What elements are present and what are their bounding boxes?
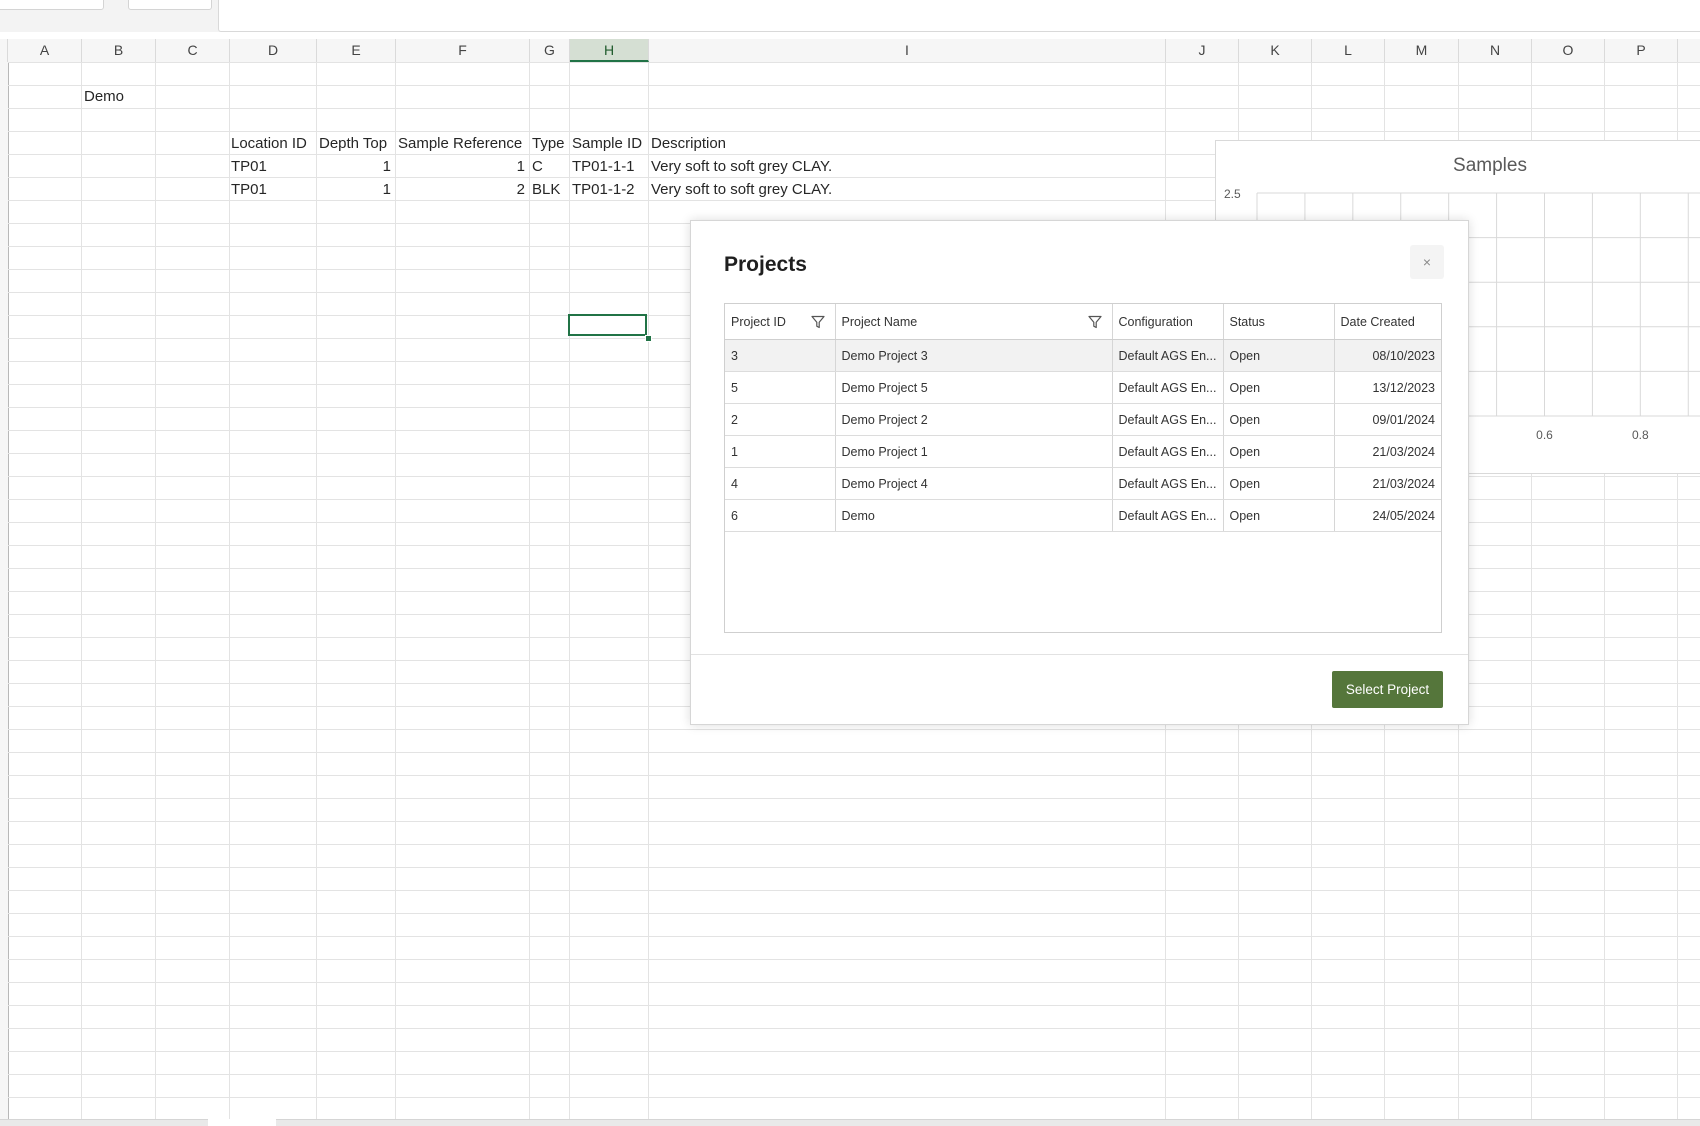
column-header-i[interactable]: I (649, 39, 1166, 62)
dialog-title: Projects (724, 253, 807, 276)
projects-table-container: Project ID Project Name Configuration St… (724, 303, 1442, 633)
cell-depth-top[interactable]: 1 (317, 155, 391, 178)
cell-location-id[interactable]: TP01 (231, 178, 267, 201)
formula-bar-area (0, 0, 1700, 32)
table-row[interactable]: 5 Demo Project 5 Default AGS En... Open … (725, 371, 1441, 404)
table-row[interactable]: 1 Demo Project 1 Default AGS En... Open … (725, 435, 1441, 468)
date-created-cell: 09/01/2024 (1334, 403, 1441, 436)
project-name-cell: Demo Project 1 (835, 435, 1113, 468)
table-row[interactable]: 2 Demo Project 2 Default AGS En... Open … (725, 403, 1441, 436)
configuration-cell: Default AGS En... (1112, 371, 1224, 404)
column-header-m[interactable]: M (1385, 39, 1459, 62)
column-header-g[interactable]: G (530, 39, 570, 62)
project-id-cell: 5 (725, 371, 836, 404)
fill-handle[interactable] (645, 335, 652, 342)
column-project-id[interactable]: Project ID (725, 304, 836, 340)
cell-sample-id[interactable]: TP01-1-2 (572, 178, 635, 201)
header-sample-reference[interactable]: Sample Reference (398, 132, 522, 155)
column-header-p[interactable]: P (1605, 39, 1678, 62)
column-header-l[interactable]: L (1312, 39, 1385, 62)
column-status[interactable]: Status (1223, 304, 1335, 340)
column-header-c[interactable]: C (156, 39, 230, 62)
cell-sample-reference[interactable]: 2 (396, 178, 525, 201)
cell-location-id[interactable]: TP01 (231, 155, 267, 178)
header-sample-id[interactable]: Sample ID (572, 132, 642, 155)
column-project-name[interactable]: Project Name (835, 304, 1113, 340)
project-id-cell: 1 (725, 435, 836, 468)
date-created-cell: 21/03/2024 (1334, 467, 1441, 500)
header-description[interactable]: Description (651, 132, 726, 155)
column-header-j[interactable]: J (1166, 39, 1239, 62)
column-header-bar: A B C D E F G H I J K L M N O P (0, 39, 1700, 63)
project-name-cell: Demo (835, 499, 1113, 532)
project-name-cell: Demo Project 5 (835, 371, 1113, 404)
column-configuration[interactable]: Configuration (1112, 304, 1224, 340)
projects-table: Project ID Project Name Configuration St… (725, 304, 1441, 532)
project-id-cell: 6 (725, 499, 836, 532)
table-row[interactable]: 4 Demo Project 4 Default AGS En... Open … (725, 467, 1441, 500)
cell-type[interactable]: BLK (532, 178, 560, 201)
active-cell-h12[interactable] (568, 314, 647, 336)
projects-dialog: Projects × Project ID Project Name Confi… (690, 220, 1469, 725)
function-box[interactable] (128, 0, 212, 10)
cell-description[interactable]: Very soft to soft grey CLAY. (651, 155, 832, 178)
column-header-b[interactable]: B (82, 39, 156, 62)
column-header-n[interactable]: N (1459, 39, 1532, 62)
column-header-k[interactable]: K (1239, 39, 1312, 62)
configuration-cell: Default AGS En... (1112, 403, 1224, 436)
header-type[interactable]: Type (532, 132, 565, 155)
name-box[interactable] (0, 0, 104, 10)
cell-description[interactable]: Very soft to soft grey CLAY. (651, 178, 832, 201)
column-header-d[interactable]: D (230, 39, 317, 62)
filter-icon[interactable] (810, 315, 825, 329)
column-header-o[interactable]: O (1532, 39, 1605, 62)
table-row[interactable]: 6 Demo Default AGS En... Open 24/05/2024 (725, 499, 1441, 532)
date-created-cell: 21/03/2024 (1334, 435, 1441, 468)
column-date-created[interactable]: Date Created (1334, 304, 1441, 340)
chart-x-tick-label: 0.6 (1536, 428, 1553, 442)
configuration-cell: Default AGS En... (1112, 467, 1224, 500)
project-name-cell: Demo Project 2 (835, 403, 1113, 436)
filter-icon[interactable] (1087, 315, 1102, 329)
close-button[interactable]: × (1410, 245, 1444, 279)
column-project-id-label: Project ID (731, 314, 786, 329)
status-cell: Open (1223, 467, 1335, 500)
chart-x-tick-label: 0.8 (1632, 428, 1649, 442)
configuration-cell: Default AGS En... (1112, 499, 1224, 532)
configuration-cell: Default AGS En... (1112, 339, 1224, 372)
cell-type[interactable]: C (532, 155, 543, 178)
project-name-cell: Demo Project 4 (835, 467, 1113, 500)
project-id-cell: 3 (725, 339, 836, 372)
formula-input[interactable] (218, 0, 1700, 32)
status-cell: Open (1223, 339, 1335, 372)
status-cell: Open (1223, 435, 1335, 468)
column-project-name-label: Project Name (841, 314, 918, 329)
table-row[interactable]: 3 Demo Project 3 Default AGS En... Open … (725, 339, 1441, 372)
table-header-row: Project ID Project Name Configuration St… (725, 304, 1441, 340)
status-cell: Open (1223, 371, 1335, 404)
chart-y-tick-label: 2.5 (1224, 187, 1241, 201)
status-cell: Open (1223, 403, 1335, 436)
header-location-id[interactable]: Location ID (231, 132, 307, 155)
select-project-button[interactable]: Select Project (1332, 671, 1443, 708)
date-created-cell: 24/05/2024 (1334, 499, 1441, 532)
project-name-cell: Demo Project 3 (835, 339, 1113, 372)
status-cell: Open (1223, 499, 1335, 532)
cell-sample-reference[interactable]: 1 (396, 155, 525, 178)
column-header-f[interactable]: F (396, 39, 530, 62)
project-id-cell: 4 (725, 467, 836, 500)
date-created-cell: 08/10/2023 (1334, 339, 1441, 372)
cell-b2[interactable]: Demo (84, 85, 124, 108)
cell-depth-top[interactable]: 1 (317, 178, 391, 201)
header-depth-top[interactable]: Depth Top (319, 132, 387, 155)
column-header-h[interactable]: H (570, 39, 649, 62)
date-created-cell: 13/12/2023 (1334, 371, 1441, 404)
configuration-cell: Default AGS En... (1112, 435, 1224, 468)
select-all-corner[interactable] (0, 39, 8, 62)
cell-sample-id[interactable]: TP01-1-1 (572, 155, 635, 178)
column-header-e[interactable]: E (317, 39, 396, 62)
project-id-cell: 2 (725, 403, 836, 436)
dialog-footer-divider (691, 654, 1468, 655)
column-header-a[interactable]: A (8, 39, 82, 62)
